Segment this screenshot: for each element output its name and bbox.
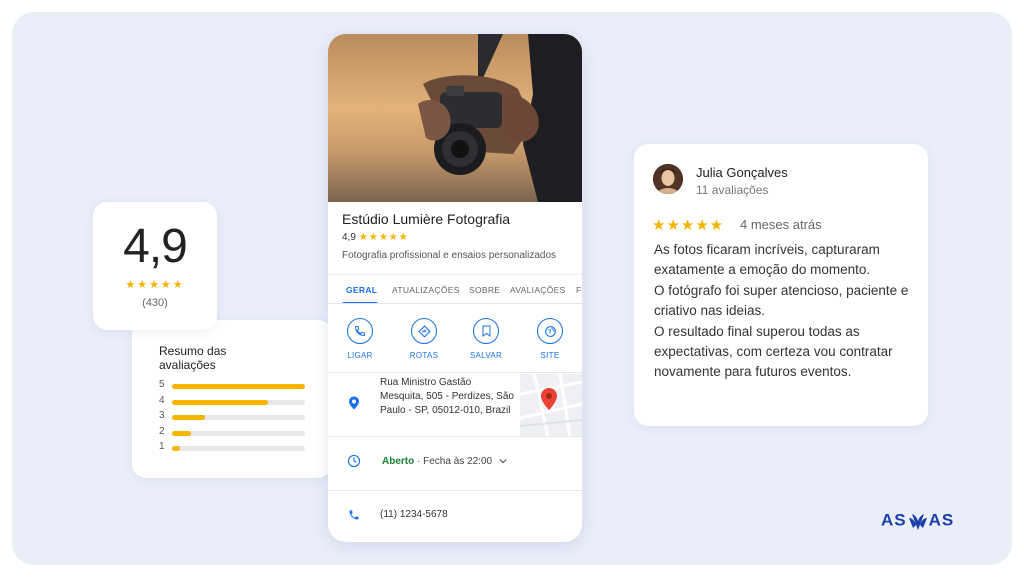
bar-fill [172, 431, 191, 436]
bookmark-icon [473, 318, 499, 344]
logo-text-right: AS [928, 510, 955, 530]
bar-row-5: 5 [159, 379, 319, 392]
review-paragraph: O fotógrafo foi super atencioso, pacient… [654, 282, 909, 319]
business-description: Fotografia profissional e ensaios person… [342, 250, 557, 261]
site-button[interactable]: SITE [530, 318, 570, 360]
globe-icon [537, 318, 563, 344]
call-label: LIGAR [347, 351, 373, 360]
tab-more[interactable]: F [576, 285, 582, 295]
business-photo [328, 34, 582, 202]
logo-wing-icon [908, 514, 927, 530]
business-rating-value: 4,9 [342, 232, 356, 243]
hours-status: Aberto [382, 456, 415, 468]
active-tab-indicator [342, 302, 378, 303]
review-stars-icon: ★★★★★ [652, 217, 725, 234]
bar-label: 2 [159, 426, 165, 437]
review-text: As fotos ficaram incríveis, capturaram e… [654, 240, 916, 383]
call-button[interactable]: LIGAR [340, 318, 380, 360]
business-hours[interactable]: Aberto · Fecha às 22:00 [382, 456, 507, 467]
rating-summary-card: Resumo das avaliações 5 4 3 2 1 [132, 320, 332, 478]
business-name: Estúdio Lumière Fotografia [342, 211, 511, 227]
rating-stars-icon: ★★★★★ [125, 279, 185, 291]
bar-label: 3 [159, 410, 165, 421]
directions-icon [411, 318, 437, 344]
save-button[interactable]: SALVAR [466, 318, 506, 360]
phone-icon [348, 508, 360, 526]
tab-geral[interactable]: GERAL [346, 285, 377, 295]
business-profile-phone: Estúdio Lumière Fotografia 4,9 ★★★★★ Foto… [328, 34, 582, 542]
logo-text-left: AS [881, 510, 907, 530]
reviewer-name: Julia Gonçalves [696, 165, 788, 180]
bar-label: 5 [159, 379, 165, 390]
divider [328, 490, 582, 491]
bar-fill [172, 446, 180, 451]
business-stars-icon: ★★★★★ [358, 232, 409, 243]
camera-photo-illustration [328, 34, 582, 202]
bar-row-4: 4 [159, 395, 319, 408]
asaas-logo: AS AS [881, 510, 954, 534]
site-label: SITE [540, 351, 560, 360]
business-address[interactable]: Rua Ministro Gastão Mesquita, 505 - Perd… [380, 376, 515, 418]
review-time: 4 meses atrás [740, 217, 822, 232]
review-card: Julia Gonçalves 11 avaliações ★★★★★ 4 me… [634, 144, 928, 426]
bar-track [172, 400, 305, 405]
bar-fill [172, 384, 305, 389]
profile-tabs: GERAL ATUALIZAÇÕES SOBRE AVALIAÇÕES F [328, 274, 582, 304]
bar-track [172, 384, 305, 389]
reviewer-review-count: 11 avaliações [696, 183, 769, 197]
avatar [653, 164, 683, 194]
rating-value: 4,9 [123, 220, 188, 273]
bar-fill [172, 415, 206, 420]
bar-track [172, 415, 305, 420]
bar-track [172, 446, 305, 451]
tab-avaliacoes[interactable]: AVALIAÇÕES [510, 285, 566, 295]
bar-row-3: 3 [159, 410, 319, 423]
bar-fill [172, 400, 268, 405]
tab-sobre[interactable]: SOBRE [469, 285, 500, 295]
location-pin-icon [348, 396, 360, 415]
business-phone[interactable]: (11) 1234-5678 [380, 509, 448, 520]
divider [328, 372, 582, 373]
save-label: SALVAR [469, 351, 503, 360]
map-thumbnail[interactable] [520, 374, 582, 436]
routes-label: ROTAS [409, 351, 439, 360]
bar-label: 1 [159, 441, 165, 452]
bar-track [172, 431, 305, 436]
rating-count: (430) [142, 297, 168, 309]
divider [328, 436, 582, 437]
bar-row-2: 2 [159, 426, 319, 439]
bar-label: 4 [159, 395, 165, 406]
rating-card: 4,9 ★★★★★ (430) [93, 202, 217, 330]
hours-detail: Fecha às 22:00 [423, 456, 493, 468]
chevron-down-icon [499, 456, 507, 467]
business-rating: 4,9 ★★★★★ [342, 232, 409, 243]
tab-atualizacoes[interactable]: ATUALIZAÇÕES [392, 285, 460, 295]
bar-row-1: 1 [159, 441, 319, 454]
clock-icon [347, 454, 361, 473]
summary-title: Resumo das avaliações [159, 344, 227, 372]
review-paragraph: O resultado final superou todas as expec… [654, 323, 893, 380]
routes-button[interactable]: ROTAS [404, 318, 444, 360]
hours-separator: · [417, 456, 421, 468]
phone-icon [347, 318, 373, 344]
review-paragraph: As fotos ficaram incríveis, capturaram e… [654, 242, 880, 278]
